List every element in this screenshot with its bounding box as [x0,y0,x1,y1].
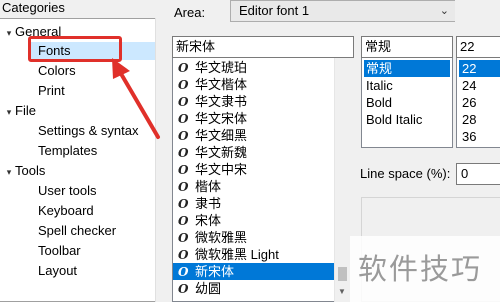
font-size-item[interactable]: 22 [459,60,500,77]
opentype-font-icon: O [178,282,189,296]
font-list-scrollbar[interactable]: ▼ [334,58,350,302]
font-list-item-label: 微软雅黑 [195,230,248,245]
font-list-item[interactable]: O 新宋体 [173,263,336,280]
font-style-item[interactable]: Bold Italic [364,111,450,128]
chevron-down-icon: ⌄ [439,5,449,17]
font-list-item[interactable]: O 华文隶书 [173,93,336,110]
font-style-item[interactable]: 常规 [364,60,450,77]
font-list-item[interactable]: O 微软雅黑 [173,229,336,246]
watermark-text: 软件技巧 [358,252,483,286]
watermark: 软件技巧 [350,236,500,302]
font-list[interactable]: O 华文琥珀 O 华文楷体 O 华文隶书 O 华文宋体 O 华文细黑 O 华文新魏 O 华文中宋 O 楷体 O 隶… [172,58,350,302]
font-list-item[interactable]: O 微软雅黑 Light [173,246,336,263]
area-dropdown-value: Editor font 1 [239,3,310,18]
font-list-item[interactable]: O 华文楷体 [173,76,336,93]
font-style-item[interactable]: Italic [364,77,450,94]
opentype-font-icon: O [178,163,189,177]
font-list-item-label: 宋体 [195,213,222,228]
opentype-font-icon: O [178,231,189,245]
opentype-font-icon: O [178,61,189,75]
font-list-item-label: 幼圆 [195,281,222,296]
font-list-item[interactable]: O 楷体 [173,178,336,195]
opentype-font-icon: O [178,180,189,194]
font-list-item-label: 微软雅黑 Light [195,247,279,262]
font-list-item-label: 华文宋体 [195,111,248,126]
font-list-item-label: 隶书 [195,196,222,211]
font-list-item-label: 华文细黑 [195,128,248,143]
area-label: Area: [174,5,206,20]
font-size-list[interactable]: 22 24 26 28 36 [456,58,500,148]
font-size-item[interactable]: 28 [459,111,500,128]
opentype-font-icon: O [178,248,189,262]
font-list-item[interactable]: O 幼圆 [173,280,336,297]
font-style-list[interactable]: 常规 Italic Bold Bold Italic [361,58,453,148]
opentype-font-icon: O [178,146,189,160]
font-size-item[interactable]: 24 [459,77,500,94]
scrollbar-thumb[interactable] [338,267,347,281]
font-list-item[interactable]: O 华文细黑 [173,127,336,144]
font-size-item[interactable]: 36 [459,128,500,145]
font-name-input[interactable]: 新宋体 [172,36,354,58]
font-list-item[interactable]: O 华文宋体 [173,110,336,127]
opentype-font-icon: O [178,214,189,228]
font-list-item[interactable]: O 宋体 [173,212,336,229]
font-style-item[interactable]: Bold [364,94,450,111]
opentype-font-icon: O [178,112,189,126]
font-style-input[interactable]: 常规 [361,36,453,58]
font-list-item[interactable]: O 隶书 [173,195,336,212]
opentype-font-icon: O [178,95,189,109]
font-list-item[interactable]: O 华文琥珀 [173,59,336,76]
font-list-item-label: 华文楷体 [195,77,248,92]
opentype-font-icon: O [178,265,189,279]
font-list-item-label: 新宋体 [195,264,235,279]
font-list-item[interactable]: O 华文新魏 [173,144,336,161]
font-list-item-label: 华文中宋 [195,162,248,177]
font-list-item-label: 华文新魏 [195,145,248,160]
font-size-item[interactable]: 26 [459,94,500,111]
area-dropdown[interactable]: Editor font 1 ⌄ [230,0,456,22]
line-space-input[interactable]: 0 [456,163,500,185]
line-space-label: Line space (%): [360,166,451,181]
scroll-down-arrow-icon[interactable]: ▼ [338,287,346,296]
font-list-item-label: 华文琥珀 [195,60,248,75]
opentype-font-icon: O [178,197,189,211]
font-list-item-label: 华文隶书 [195,94,248,109]
font-size-input[interactable]: 22 [456,36,500,58]
opentype-font-icon: O [178,129,189,143]
font-list-item[interactable]: O 华文中宋 [173,161,336,178]
font-list-item-label: 楷体 [195,179,222,194]
opentype-font-icon: O [178,78,189,92]
